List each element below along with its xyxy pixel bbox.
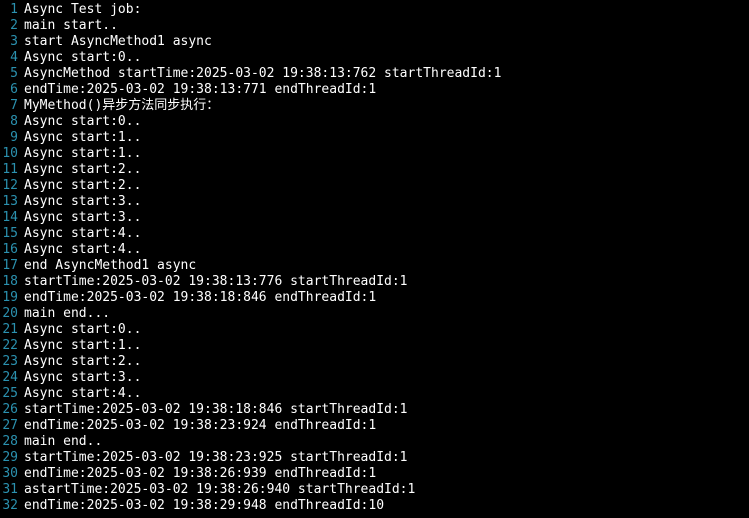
line-number: 4 <box>0 50 24 66</box>
line-number: 15 <box>0 226 24 242</box>
console-line: 9Async start:1.. <box>0 130 749 146</box>
console-line: 12Async start:2.. <box>0 178 749 194</box>
line-text: endTime:2025-03-02 19:38:18:846 endThrea… <box>24 290 376 306</box>
console-line: 32endTime:2025-03-02 19:38:29:948 endThr… <box>0 498 749 514</box>
console-line: 7MyMethod()异步方法同步执行： <box>0 98 749 114</box>
line-text: Async start:2.. <box>24 178 141 194</box>
line-text: endTime:2025-03-02 19:38:26:939 endThrea… <box>24 466 376 482</box>
line-text: Async start:4.. <box>24 242 141 258</box>
console-line: 24Async start:3.. <box>0 370 749 386</box>
console-line: 16Async start:4.. <box>0 242 749 258</box>
console-line: 28main end.. <box>0 434 749 450</box>
line-number: 1 <box>0 2 24 18</box>
console-line: 11Async start:2.. <box>0 162 749 178</box>
line-number: 18 <box>0 274 24 290</box>
line-number: 13 <box>0 194 24 210</box>
line-number: 29 <box>0 450 24 466</box>
line-text: Async start:0.. <box>24 322 141 338</box>
line-text: startTime:2025-03-02 19:38:13:776 startT… <box>24 274 408 290</box>
line-number: 28 <box>0 434 24 450</box>
line-number: 22 <box>0 338 24 354</box>
console-line: 17end AsyncMethod1 async <box>0 258 749 274</box>
line-number: 21 <box>0 322 24 338</box>
console-line: 10Async start:1.. <box>0 146 749 162</box>
console-line: 26startTime:2025-03-02 19:38:18:846 star… <box>0 402 749 418</box>
line-text: main end... <box>24 306 110 322</box>
line-number: 5 <box>0 66 24 82</box>
line-number: 17 <box>0 258 24 274</box>
line-text: Async start:4.. <box>24 226 141 242</box>
line-text: endTime:2025-03-02 19:38:13:771 endThrea… <box>24 82 376 98</box>
line-text: main end.. <box>24 434 102 450</box>
line-number: 20 <box>0 306 24 322</box>
console-line: 8Async start:0.. <box>0 114 749 130</box>
console-line: 19endTime:2025-03-02 19:38:18:846 endThr… <box>0 290 749 306</box>
line-text: Async start:3.. <box>24 194 141 210</box>
line-text: Async start:2.. <box>24 354 141 370</box>
line-number: 2 <box>0 18 24 34</box>
line-text: main start.. <box>24 18 118 34</box>
line-number: 3 <box>0 34 24 50</box>
console-line: 3start AsyncMethod1 async <box>0 34 749 50</box>
line-text: Async start:1.. <box>24 338 141 354</box>
line-number: 12 <box>0 178 24 194</box>
line-number: 11 <box>0 162 24 178</box>
console-line: 13Async start:3.. <box>0 194 749 210</box>
line-number: 25 <box>0 386 24 402</box>
line-number: 23 <box>0 354 24 370</box>
console-line: 15Async start:4.. <box>0 226 749 242</box>
console-line: 1Async Test job: <box>0 2 749 18</box>
line-number: 31 <box>0 482 24 498</box>
console-line: 5AsyncMethod startTime:2025-03-02 19:38:… <box>0 66 749 82</box>
line-text: MyMethod()异步方法同步执行： <box>24 98 219 114</box>
line-number: 27 <box>0 418 24 434</box>
console-line: 23Async start:2.. <box>0 354 749 370</box>
line-text: endTime:2025-03-02 19:38:23:924 endThrea… <box>24 418 376 434</box>
console-line: 21Async start:0.. <box>0 322 749 338</box>
console-line: 2main start.. <box>0 18 749 34</box>
line-number: 24 <box>0 370 24 386</box>
line-text: Async start:0.. <box>24 50 141 66</box>
line-number: 10 <box>0 146 24 162</box>
console-line: 14Async start:3.. <box>0 210 749 226</box>
line-text: astartTime:2025-03-02 19:38:26:940 start… <box>24 482 415 498</box>
line-number: 6 <box>0 82 24 98</box>
line-text: Async Test job: <box>24 2 141 18</box>
line-number: 14 <box>0 210 24 226</box>
line-number: 8 <box>0 114 24 130</box>
line-number: 30 <box>0 466 24 482</box>
line-text: Async start:3.. <box>24 370 141 386</box>
console-output: 1Async Test job:2main start..3start Asyn… <box>0 2 749 514</box>
line-text: Async start:0.. <box>24 114 141 130</box>
line-text: endTime:2025-03-02 19:38:29:948 endThrea… <box>24 498 384 514</box>
line-text: startTime:2025-03-02 19:38:18:846 startT… <box>24 402 408 418</box>
line-number: 16 <box>0 242 24 258</box>
line-number: 26 <box>0 402 24 418</box>
console-line: 20main end... <box>0 306 749 322</box>
console-line: 4Async start:0.. <box>0 50 749 66</box>
console-line: 29startTime:2025-03-02 19:38:23:925 star… <box>0 450 749 466</box>
line-number: 7 <box>0 98 24 114</box>
console-line: 22Async start:1.. <box>0 338 749 354</box>
line-text: Async start:4.. <box>24 386 141 402</box>
console-line: 31astartTime:2025-03-02 19:38:26:940 sta… <box>0 482 749 498</box>
console-line: 27endTime:2025-03-02 19:38:23:924 endThr… <box>0 418 749 434</box>
console-line: 30endTime:2025-03-02 19:38:26:939 endThr… <box>0 466 749 482</box>
line-number: 9 <box>0 130 24 146</box>
line-number: 19 <box>0 290 24 306</box>
line-text: Async start:3.. <box>24 210 141 226</box>
line-text: Async start:2.. <box>24 162 141 178</box>
console-line: 18startTime:2025-03-02 19:38:13:776 star… <box>0 274 749 290</box>
console-line: 6endTime:2025-03-02 19:38:13:771 endThre… <box>0 82 749 98</box>
line-text: startTime:2025-03-02 19:38:23:925 startT… <box>24 450 408 466</box>
line-text: Async start:1.. <box>24 130 141 146</box>
line-text: AsyncMethod startTime:2025-03-02 19:38:1… <box>24 66 501 82</box>
line-text: end AsyncMethod1 async <box>24 258 196 274</box>
line-number: 32 <box>0 498 24 514</box>
console-line: 25Async start:4.. <box>0 386 749 402</box>
line-text: Async start:1.. <box>24 146 141 162</box>
line-text: start AsyncMethod1 async <box>24 34 212 50</box>
